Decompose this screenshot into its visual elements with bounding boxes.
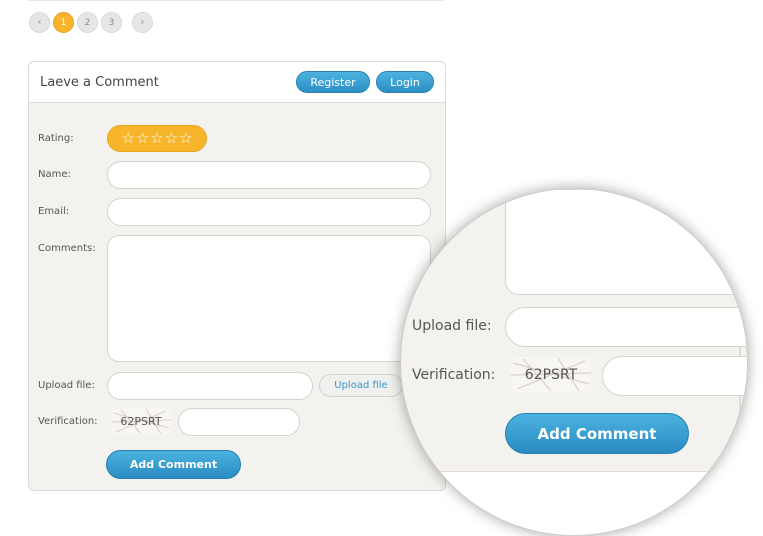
magnified-upload-label: Upload file: [412, 318, 492, 334]
name-label: Name: [38, 169, 71, 180]
register-button[interactable]: Register [296, 71, 370, 93]
rating-label: Rating: [38, 133, 74, 144]
upload-file-button[interactable]: Upload file [319, 374, 403, 397]
page-2-button[interactable]: 2 [77, 12, 98, 33]
next-page-icon[interactable]: › [132, 12, 153, 33]
email-input[interactable] [107, 198, 431, 226]
pagination: ‹ 1 2 3 › [29, 12, 153, 33]
comment-form-title: Laeve a Comment [40, 75, 159, 90]
upload-file-label: Upload file: [38, 380, 95, 391]
login-button[interactable]: Login [376, 71, 434, 93]
comments-textarea[interactable] [107, 235, 431, 362]
email-label: Email: [38, 206, 70, 217]
magnified-captcha-text: 62PSRT [524, 366, 578, 383]
star-icon[interactable]: ☆ [165, 131, 178, 146]
magnified-add-comment-button: Add Comment [505, 413, 689, 454]
magnified-upload-input [505, 307, 747, 347]
upload-file-input[interactable] [107, 372, 313, 400]
page-1-button[interactable]: 1 [53, 12, 74, 33]
magnified-verification-input [602, 356, 747, 396]
star-icon[interactable]: ☆ [179, 131, 192, 146]
captcha-image: 62PSRT [111, 408, 171, 435]
name-input[interactable] [107, 161, 431, 189]
comment-form-header: Laeve a Comment Register Login [29, 62, 445, 103]
star-icon[interactable]: ☆ [150, 131, 163, 146]
rating-stars[interactable]: ☆ ☆ ☆ ☆ ☆ [107, 125, 207, 152]
verification-label: Verification: [38, 416, 98, 427]
magnifier-lens: Upload file: Verification: 62PSRT Add Co… [400, 188, 748, 536]
star-icon[interactable]: ☆ [136, 131, 149, 146]
top-divider [28, 0, 444, 1]
add-comment-button[interactable]: Add Comment [106, 450, 241, 479]
captcha-text: 62PSRT [120, 415, 162, 428]
magnified-comments-textarea [505, 189, 747, 295]
comments-label: Comments: [38, 243, 96, 254]
verification-input[interactable] [178, 408, 300, 436]
page-3-button[interactable]: 3 [101, 12, 122, 33]
magnified-captcha-image: 62PSRT [511, 357, 591, 392]
magnified-panel-bottom [401, 471, 747, 535]
star-icon[interactable]: ☆ [121, 131, 134, 146]
prev-page-icon[interactable]: ‹ [29, 12, 50, 33]
magnified-verification-label: Verification: [412, 367, 496, 383]
comment-form-panel: Laeve a Comment Register Login Rating: ☆… [28, 61, 446, 491]
